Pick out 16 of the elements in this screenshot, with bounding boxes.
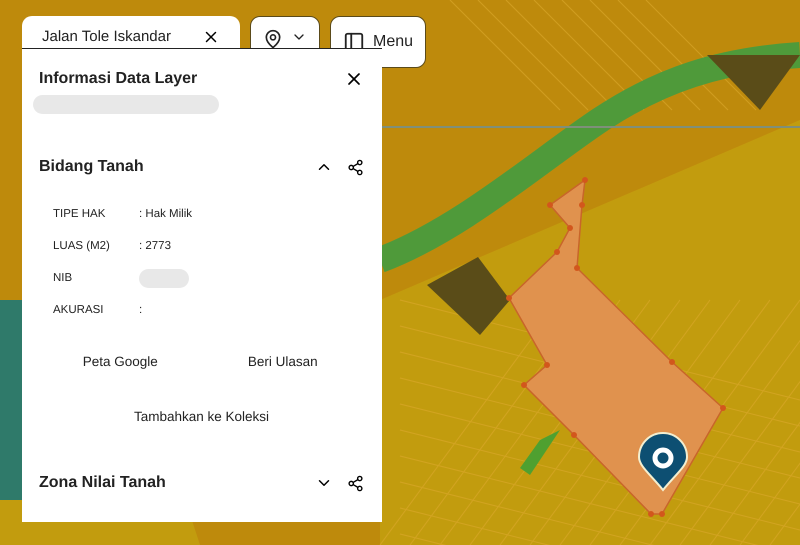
field-label: AKURASI: [53, 304, 104, 316]
field-value: : 2773: [139, 240, 171, 252]
share-icon[interactable]: [347, 158, 364, 176]
search-field[interactable]: Jalan Tole Iskandar: [42, 28, 192, 45]
action-link[interactable]: Beri Ulasan: [248, 354, 318, 369]
section-title: Bidang Tanah: [39, 158, 144, 176]
action-link[interactable]: Tambahkan ke Koleksi: [134, 409, 270, 424]
field-value: : Hak Milik: [139, 208, 192, 220]
field-label: LUAS (M2): [53, 240, 111, 252]
action-link[interactable]: Peta Google: [82, 354, 158, 369]
field-label: NIB: [53, 272, 74, 284]
panel-title: Informasi Data Layer: [39, 70, 198, 88]
field-value: :: [139, 304, 142, 316]
section-title: Zona Nilai Tanah: [39, 474, 166, 492]
field-label: TIPE HAK: [53, 208, 106, 220]
share-icon[interactable]: [347, 474, 364, 492]
